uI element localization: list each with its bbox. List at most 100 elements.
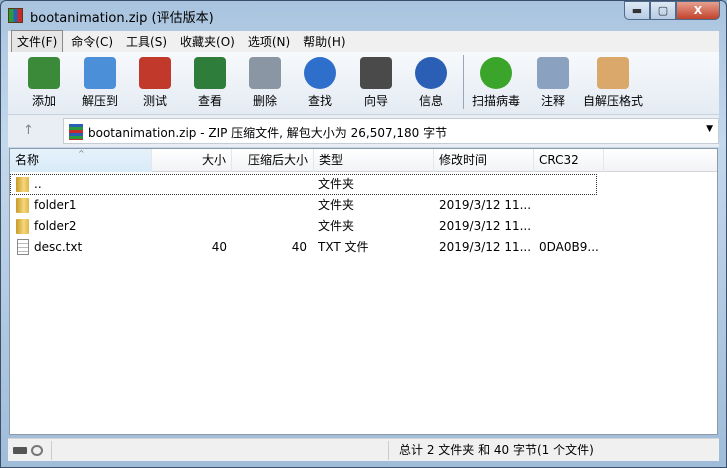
text-file-icon: [17, 239, 29, 255]
menu-options[interactable]: 选项(N): [243, 31, 295, 52]
cell-crc: 0DA0B9...: [539, 240, 599, 254]
info-icon: [415, 57, 447, 89]
toolbar-button-virus-scan[interactable]: 扫描病毒: [469, 55, 523, 113]
winrar-window: bootanimation.zip (评估版本) ▬ ▢ X 文件(F) 命令(…: [0, 0, 727, 468]
cell-type: 文件夹: [318, 177, 355, 191]
menu-commands[interactable]: 命令(C): [66, 31, 118, 52]
cell-size: [152, 216, 227, 237]
column-header-type[interactable]: 类型: [314, 149, 434, 172]
status-summary: 总计 2 文件夹 和 40 字节(1 个文件): [388, 441, 594, 460]
view-book-icon: [194, 57, 226, 89]
toolbar-button-wizard-wand[interactable]: 向导: [349, 55, 403, 113]
key-icon[interactable]: [31, 445, 43, 456]
cell-modified: 2019/3/12 11...: [439, 240, 532, 254]
cell-name: desc.txt: [34, 240, 83, 254]
sort-ascending-icon: ^: [78, 149, 85, 158]
status-icons: [8, 441, 52, 460]
cell-name: ..: [34, 177, 42, 191]
toolbar-button-extract-folder[interactable]: 解压到: [73, 55, 127, 113]
folder-icon: [16, 198, 29, 213]
cell-name: folder1: [34, 198, 77, 212]
cell-packed: [232, 174, 307, 195]
toolbar-button-label: 解压到: [81, 94, 118, 108]
toolbar-button-trash[interactable]: 删除: [238, 55, 292, 113]
toolbar-button-label: 测试: [142, 94, 167, 108]
minimize-button[interactable]: ▬: [624, 1, 650, 20]
cell-type: 文件夹: [318, 219, 355, 233]
sfx-box-icon: [597, 57, 629, 89]
toolbar-button-label: 注释: [540, 94, 565, 108]
cell-size: 40: [211, 240, 227, 254]
file-list[interactable]: 名称 ^ 大小 压缩后大小 类型 修改时间 CRC32 .. 文件夹 folder1 文…: [9, 148, 718, 435]
toolbar-button-label: 扫描病毒: [471, 94, 520, 108]
toolbar-button-label: 向导: [363, 94, 388, 108]
virus-scan-icon: [480, 57, 512, 89]
menu-help[interactable]: 帮助(H): [298, 31, 350, 52]
cell-modified: 2019/3/12 11...: [439, 219, 532, 233]
file-row[interactable]: folder1 文件夹 2019/3/12 11...: [10, 195, 717, 216]
cell-type: TXT 文件: [318, 240, 369, 254]
status-bar: 总计 2 文件夹 和 40 字节(1 个文件): [8, 438, 719, 461]
toolbar-button-label: 删除: [252, 94, 277, 108]
list-header: 名称 ^ 大小 压缩后大小 类型 修改时间 CRC32: [10, 149, 717, 172]
cell-type: 文件夹: [318, 198, 355, 212]
cell-crc: [539, 174, 609, 195]
menu-bar: 文件(F) 命令(C) 工具(S) 收藏夹(O) 选项(N) 帮助(H): [8, 30, 719, 53]
magnifier-icon: [304, 57, 336, 89]
toolbar: 添加 解压到 测试 查看 删除 查找 向导 信息 扫描病毒 注释 自解压格式: [8, 52, 719, 115]
address-field[interactable]: bootanimation.zip - ZIP 压缩文件, 解包大小为 26,5…: [63, 118, 719, 144]
wizard-wand-icon: [360, 57, 392, 89]
column-header-name[interactable]: 名称 ^: [10, 149, 152, 172]
window-title: bootanimation.zip (评估版本): [30, 11, 214, 26]
toolbar-separator: [463, 55, 464, 109]
cell-size: [152, 174, 227, 195]
toolbar-button-label: 添加: [31, 94, 56, 108]
folder-icon: [16, 219, 29, 234]
cell-name: folder2: [34, 219, 77, 233]
toolbar-button-comment[interactable]: 注释: [526, 55, 580, 113]
maximize-button[interactable]: ▢: [650, 1, 676, 20]
cell-modified: [439, 174, 534, 195]
cell-crc: [539, 216, 609, 237]
folder-icon: [16, 177, 29, 192]
column-header-size[interactable]: 大小: [152, 149, 232, 172]
cell-packed: [232, 216, 307, 237]
menu-file[interactable]: 文件(F): [11, 30, 64, 53]
toolbar-button-info[interactable]: 信息: [404, 55, 458, 113]
cell-packed: 40: [291, 240, 307, 254]
up-arrow-button[interactable]: ↑: [23, 123, 34, 138]
toolbar-button-test-clipboard[interactable]: 测试: [128, 55, 182, 113]
toolbar-button-view-book[interactable]: 查看: [183, 55, 237, 113]
close-button[interactable]: X: [676, 1, 720, 20]
comment-icon: [537, 57, 569, 89]
title-bar[interactable]: bootanimation.zip (评估版本) ▬ ▢ X: [1, 1, 726, 29]
toolbar-button-magnifier[interactable]: 查找: [293, 55, 347, 113]
winrar-app-icon[interactable]: [8, 8, 23, 23]
test-clipboard-icon: [139, 57, 171, 89]
menu-tools[interactable]: 工具(S): [121, 31, 172, 52]
cell-modified: 2019/3/12 11...: [439, 198, 532, 212]
toolbar-button-label: 查找: [307, 94, 332, 108]
address-text: bootanimation.zip - ZIP 压缩文件, 解包大小为 26,5…: [88, 126, 448, 140]
column-header-packed[interactable]: 压缩后大小: [232, 149, 314, 172]
cell-size: [152, 195, 227, 216]
column-header-modified[interactable]: 修改时间: [434, 149, 534, 172]
toolbar-button-label: 自解压格式: [582, 94, 643, 108]
address-bar: ↑ bootanimation.zip - ZIP 压缩文件, 解包大小为 26…: [8, 115, 719, 147]
toolbar-button-label: 查看: [197, 94, 222, 108]
trash-icon: [249, 57, 281, 89]
cell-crc: [539, 195, 609, 216]
file-row[interactable]: desc.txt 40 40 TXT 文件 2019/3/12 11... 0DA0B9.…: [10, 237, 717, 258]
extract-folder-icon: [84, 57, 116, 89]
dropdown-arrow-icon[interactable]: ▼: [706, 124, 713, 134]
toolbar-button-sfx-box[interactable]: 自解压格式: [580, 55, 646, 113]
add-archive-icon: [28, 57, 60, 89]
menu-favorites[interactable]: 收藏夹(O): [175, 31, 240, 52]
archive-icon: [69, 124, 83, 140]
toolbar-button-add-archive[interactable]: 添加: [17, 55, 71, 113]
toolbar-button-label: 信息: [418, 94, 443, 108]
column-header-crc32[interactable]: CRC32: [534, 149, 604, 172]
file-row[interactable]: .. 文件夹: [10, 174, 597, 195]
file-row[interactable]: folder2 文件夹 2019/3/12 11...: [10, 216, 717, 237]
cell-packed: [232, 195, 307, 216]
